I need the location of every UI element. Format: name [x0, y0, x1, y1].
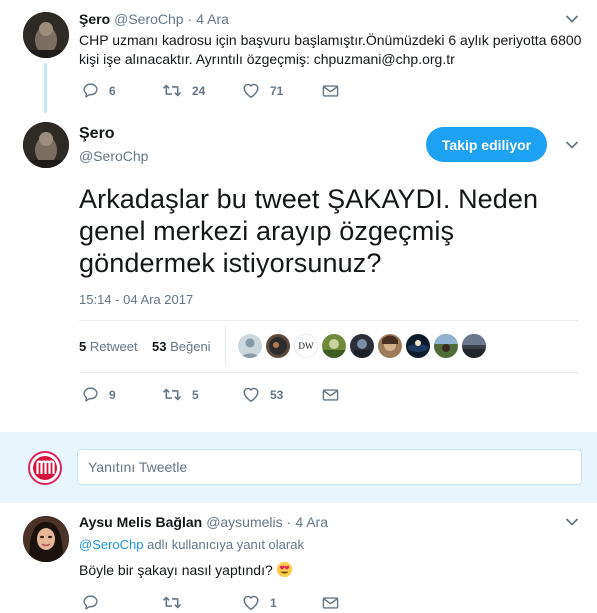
reply-to-handle-link[interactable]: @SeroChp: [79, 537, 144, 552]
reply-input-placeholder: Yanıtını Tweetle: [88, 459, 188, 475]
retweet-stat-label: Retweet: [89, 339, 138, 354]
reply-to-suffix: adlı kullanıcıya yanıt olarak: [147, 537, 304, 552]
thread-connector: [44, 63, 47, 113]
avatar-sero[interactable]: [23, 12, 69, 58]
reply-dm-button[interactable]: [322, 596, 339, 610]
tweet1-author-name[interactable]: Şero: [79, 11, 110, 27]
liker-avatar[interactable]: [434, 334, 458, 358]
tweet1-time[interactable]: 4 Ara: [196, 11, 229, 27]
main-like-count: 53: [270, 387, 284, 402]
avatar-sero-main[interactable]: [23, 122, 69, 168]
main-dm-button[interactable]: [322, 388, 339, 402]
retweet-icon: [162, 594, 182, 611]
tweet1-header: Şero @SeroChp · 4 Ara: [79, 10, 229, 28]
main-retweet-count: 5: [192, 387, 199, 402]
tweet1-text-line2: kişi işe alınacaktır. Ayrıntılı özgeçmiş…: [79, 51, 455, 67]
envelope-icon: [322, 388, 339, 402]
liker-avatar[interactable]: [406, 334, 430, 358]
reply-like-count: 1: [270, 595, 277, 610]
tweet1-author-handle[interactable]: @SeroChp: [114, 11, 183, 27]
main-menu-chevron-down-icon[interactable]: [565, 140, 579, 154]
reply-icon: [82, 82, 99, 99]
reply-like-button[interactable]: 1: [242, 594, 277, 611]
liker-avatar[interactable]: [266, 334, 290, 358]
reply-author-name[interactable]: Aysu Melis Bağlan: [79, 514, 202, 530]
reply-menu-chevron-down-icon[interactable]: [565, 517, 579, 531]
tweet1-dm-button[interactable]: [322, 84, 339, 98]
liker-avatar[interactable]: [238, 334, 262, 358]
tweet1-reply-count: 6: [109, 83, 116, 98]
heart-eyes-emoji: [276, 561, 293, 578]
reply-text: Böyle bir şakayı nasıl yaptındı?: [79, 561, 293, 578]
main-tweet-timestamp[interactable]: 15:14 - 04 Ara 2017: [79, 292, 193, 307]
tweet1-text-line1: CHP uzmanı kadrosu için başvuru başlamış…: [79, 32, 582, 48]
heart-icon: [242, 386, 260, 403]
retweet-icon: [162, 82, 182, 99]
reply-author-handle[interactable]: @aysumelis: [206, 514, 282, 530]
envelope-icon: [322, 596, 339, 610]
reply-context: @SeroChp adlı kullanıcıya yanıt olarak: [79, 537, 304, 552]
stats-divider-bottom: [79, 372, 579, 373]
reply-retweet-button[interactable]: [162, 594, 182, 611]
retweet-stat[interactable]: 5 Retweet: [79, 339, 138, 354]
reply-icon: [82, 594, 99, 611]
reply-text-body: Böyle bir şakayı nasıl yaptındı?: [79, 561, 273, 578]
main-author-handle[interactable]: @SeroChp: [79, 148, 148, 164]
liker-dw-text: DW: [298, 341, 314, 351]
tweet1-menu-chevron-down-icon[interactable]: [565, 14, 579, 28]
retweet-stat-value: 5: [79, 339, 87, 354]
tweet1-separator: ·: [187, 11, 193, 27]
following-button[interactable]: Takip ediliyor: [426, 127, 547, 162]
main-retweet-button[interactable]: 5: [162, 386, 199, 403]
reply-reply-button[interactable]: [82, 594, 99, 611]
liker-avatar[interactable]: [350, 334, 374, 358]
main-reply-button[interactable]: 9: [82, 386, 116, 403]
avatar-aysu[interactable]: [23, 516, 69, 562]
heart-icon: [242, 594, 260, 611]
retweet-icon: [162, 386, 182, 403]
tweet1-like-button[interactable]: 71: [242, 82, 283, 99]
tweet1-retweet-count: 24: [192, 83, 206, 98]
main-like-button[interactable]: 53: [242, 386, 283, 403]
tweet1-reply-button[interactable]: 6: [82, 82, 116, 99]
main-tweet-text: Arkadaşlar bu tweet ŞAKAYDI. Neden genel…: [79, 184, 539, 278]
liker-avatar[interactable]: [322, 334, 346, 358]
reply-icon: [82, 386, 99, 403]
envelope-icon: [322, 84, 339, 98]
tweet1-like-count: 71: [270, 83, 284, 98]
stats-separator: [225, 326, 226, 366]
tweet1-text: CHP uzmanı kadrosu için başvuru başlamış…: [79, 31, 582, 69]
tweet1-retweet-button[interactable]: 24: [162, 82, 205, 99]
current-user-avatar[interactable]: [28, 451, 62, 485]
reply-header: Aysu Melis Bağlan @aysumelis · 4 Ara: [79, 513, 328, 531]
reply-separator: ·: [286, 514, 292, 530]
reply-time[interactable]: 4 Ara: [295, 514, 328, 530]
heart-icon: [242, 82, 260, 99]
stats-divider-top: [79, 320, 579, 321]
main-reply-count: 9: [109, 387, 116, 402]
reply-input[interactable]: Yanıtını Tweetle: [77, 449, 582, 485]
like-stat[interactable]: 53 Beğeni: [152, 339, 211, 354]
main-author-name[interactable]: Şero: [79, 125, 115, 143]
liker-avatar[interactable]: [378, 334, 402, 358]
like-stat-value: 53: [152, 339, 167, 354]
like-stat-label: Beğeni: [170, 339, 211, 354]
liker-avatar[interactable]: [462, 334, 486, 358]
liker-avatar[interactable]: DW: [294, 334, 318, 358]
